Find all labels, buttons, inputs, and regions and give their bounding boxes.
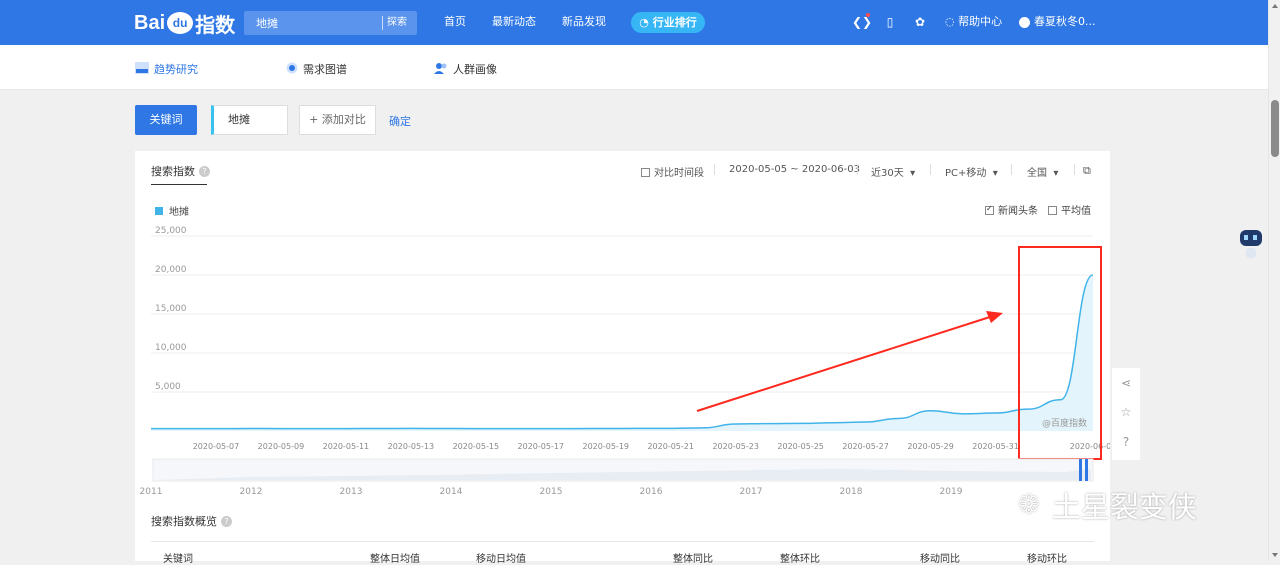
keyword-field[interactable]: 地摊 — [211, 105, 288, 135]
page-scrollbar[interactable] — [1268, 0, 1280, 561]
search-divider — [382, 16, 383, 30]
search-index-panel: 搜索指数 ? 对比时间段 2020-05-05 ~ 2020-06-03 近30… — [135, 151, 1110, 565]
help-question-icon[interactable]: ? — [221, 515, 232, 527]
baidu-index-logo[interactable]: Bai du 指数 — [134, 9, 235, 37]
demand-map-icon — [286, 62, 298, 78]
series-line — [150, 274, 1094, 430]
notification-dot — [866, 13, 870, 17]
annotation-arrow-head — [986, 311, 1003, 323]
search-box: 探索 — [244, 11, 417, 35]
th-mobile-daily-avg: 移动日均值 — [476, 554, 526, 565]
channel-name: 土星裂变侠 — [1051, 490, 1197, 524]
overview-title: 搜索指数概览 ? — [151, 513, 232, 529]
x-tick-label: 2020-05-23 — [712, 442, 759, 451]
trend-chart-icon — [135, 62, 149, 78]
tab-demand-map[interactable]: 需求图谱 — [286, 62, 347, 78]
audience-icon — [434, 62, 448, 78]
logo-paw-icon: du — [167, 12, 194, 34]
tab-label: 趋势研究 — [154, 63, 198, 76]
wechat-logo-icon: ❁ — [1018, 490, 1040, 520]
th-overall-daily-avg: 整体日均值 — [370, 554, 420, 565]
y-tick-label: 10,000 — [155, 343, 187, 353]
floating-toolbar: ⋖ ☆ ? — [1112, 368, 1140, 460]
tab-trend-research[interactable]: 趋势研究 — [135, 62, 198, 78]
th-mobile-mom: 移动环比 — [1027, 554, 1067, 565]
timeline-year-label: 2014 — [440, 487, 463, 496]
top-bar: Bai du 指数 探索 首页 最新动态 新品发现 ◔ 行业排行 ❮❯ ▯ ✿ … — [0, 0, 1268, 45]
confirm-button[interactable]: 确定 — [389, 113, 411, 129]
timeline-handle-left[interactable] — [1079, 459, 1082, 481]
wechat-icon[interactable]: ✿ — [913, 15, 927, 29]
logo-text: Bai — [134, 11, 166, 34]
share-icon[interactable]: ⋖ — [1119, 376, 1133, 390]
th-overall-mom: 整体环比 — [780, 554, 820, 565]
th-keyword: 关键词 — [163, 554, 193, 565]
x-tick-label: 2020-05-19 — [583, 442, 630, 451]
timeline-handle-right[interactable] — [1085, 459, 1088, 481]
y-tick-label: 25,000 — [155, 226, 187, 236]
timeline-year-label: 2018 — [840, 487, 863, 496]
help-center-link[interactable]: ◌ 帮助中心 — [945, 15, 1002, 29]
scroll-down-arrow[interactable] — [1272, 553, 1278, 557]
annotation-arrow-line — [696, 315, 994, 412]
x-tick-label: 2020-06-03 — [1070, 442, 1110, 451]
keyword-button[interactable]: 关键词 — [135, 105, 197, 135]
avatar[interactable] — [1019, 17, 1030, 28]
x-tick-label: 2020-05-13 — [388, 442, 435, 451]
tab-label: 需求图谱 — [303, 63, 347, 76]
chart-watermark: @百度指数 — [1042, 417, 1087, 429]
help-chat-icon: ◌ — [945, 15, 959, 28]
search-input[interactable] — [244, 11, 382, 35]
rank-label: 行业排行 — [652, 16, 697, 29]
x-tick-label: 2020-05-27 — [842, 442, 889, 451]
x-tick-label: 2020-05-29 — [907, 442, 954, 451]
x-tick-label: 2020-05-25 — [777, 442, 824, 451]
search-button[interactable]: 探索 — [387, 11, 407, 35]
overview-title-text: 搜索指数概览 — [151, 515, 217, 528]
x-tick-label: 2020-05-31 — [972, 442, 1019, 451]
x-tick-label: 2020-05-15 — [453, 442, 500, 451]
add-compare-button[interactable]: + 添加对比 — [299, 105, 376, 135]
y-tick-label: 20,000 — [155, 265, 187, 275]
timeline-year-label: 2019 — [940, 487, 963, 496]
logo-suffix: 指数 — [195, 14, 236, 37]
assistant-robot-icon[interactable] — [1238, 226, 1264, 262]
nav-home[interactable]: 首页 — [444, 15, 466, 29]
sub-nav: 趋势研究 需求图谱 人群画像 — [0, 45, 1268, 90]
user-name[interactable]: 春夏秋冬0... — [1034, 15, 1096, 29]
favorite-star-icon[interactable]: ☆ — [1119, 405, 1133, 419]
help-label: 帮助中心 — [958, 15, 1003, 28]
timeline-year-label: 2016 — [640, 487, 663, 496]
th-overall-yoy: 整体同比 — [673, 554, 713, 565]
nav-latest-news[interactable]: 最新动态 — [492, 15, 536, 29]
timeline-year-label: 2013 — [340, 487, 363, 496]
mobile-icon[interactable]: ▯ — [883, 15, 897, 29]
y-tick-label: 5,000 — [155, 382, 181, 392]
x-tick-label: 2020-05-11 — [323, 442, 370, 451]
tab-label: 人群画像 — [453, 63, 497, 76]
timeline-year-label: 2011 — [140, 487, 163, 496]
industry-rank-button[interactable]: ◔ 行业排行 — [631, 12, 705, 33]
th-mobile-yoy: 移动同比 — [920, 554, 960, 565]
nav-new-products[interactable]: 新品发现 — [562, 15, 606, 29]
timeline-year-label: 2012 — [240, 487, 263, 496]
timeline-year-label: 2015 — [540, 487, 563, 496]
overview-table-header: 关键词 整体日均值 移动日均值 整体同比 整体环比 移动同比 移动环比 — [151, 541, 1094, 565]
timeline-year-label: 2017 — [740, 487, 763, 496]
help-circle-icon[interactable]: ? — [1119, 435, 1133, 449]
scroll-up-arrow[interactable] — [1272, 4, 1278, 8]
scroll-thumb[interactable] — [1271, 100, 1279, 157]
y-tick-label: 15,000 — [155, 304, 187, 314]
search-index-chart[interactable]: 25,000 20,000 15,000 10,000 5,000 2020-05-07… — [135, 151, 1110, 496]
rank-icon: ◔ — [639, 16, 653, 29]
x-tick-label: 2020-05-07 — [193, 442, 240, 451]
x-tick-label: 2020-05-17 — [518, 442, 565, 451]
tab-audience-profile[interactable]: 人群画像 — [434, 62, 497, 78]
channel-watermark: ❁ 土星裂变侠 — [1018, 484, 1197, 526]
x-tick-label: 2020-05-21 — [647, 442, 694, 451]
share-link-icon[interactable]: ❮❯ — [852, 15, 872, 29]
x-tick-label: 2020-05-09 — [258, 442, 305, 451]
